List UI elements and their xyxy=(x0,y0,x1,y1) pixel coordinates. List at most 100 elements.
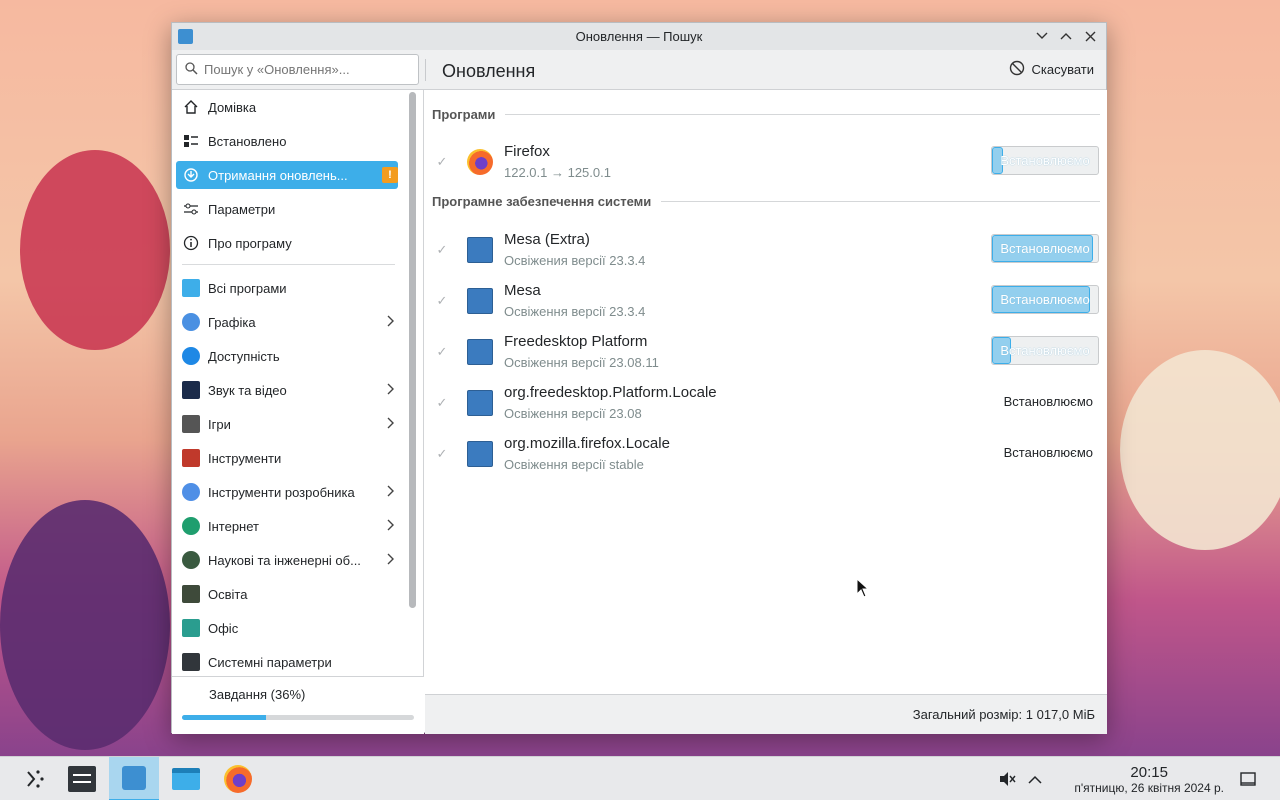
sidebar-category-developer[interactable]: Інструменти розробника xyxy=(176,478,398,506)
update-version: Освіження версії 23.08 xyxy=(504,406,642,421)
package-icon xyxy=(467,441,493,467)
sidebar-category-label: Системні параметри xyxy=(208,654,332,670)
install-status-label: Встановлюємо xyxy=(1000,241,1090,256)
sidebar-category-multimedia[interactable]: Звук та відео xyxy=(176,376,398,404)
tasks-progress-fill xyxy=(182,715,266,720)
sidebar-category-education[interactable]: Освіта xyxy=(176,580,398,608)
title-bar: Оновлення — Пошук xyxy=(172,23,1106,50)
update-row[interactable]: ✓ Mesa (Extra) Освіжения версії 23.3.4 В… xyxy=(425,228,1107,278)
install-progress: Встановлюємо xyxy=(991,234,1099,263)
sidebar-item-home[interactable]: Домівка xyxy=(176,93,398,121)
sidebar-category-system-settings[interactable]: Системні параметри xyxy=(176,648,398,676)
firefox-taskbar-icon[interactable] xyxy=(213,757,263,800)
update-version: Освіження версії 23.08.11 xyxy=(504,355,659,370)
footer: Загальний розмір: 1 017,0 МіБ xyxy=(425,694,1107,734)
section-divider xyxy=(505,114,1100,115)
file-manager-taskbar-icon[interactable] xyxy=(161,757,211,800)
updates-icon xyxy=(182,166,200,184)
section-divider xyxy=(661,201,1100,202)
sidebar-category-graphics[interactable]: Графіка xyxy=(176,308,398,336)
section-header: Програмне забезпечення системи xyxy=(432,194,1100,209)
sidebar-category-all-apps[interactable]: Всі програми xyxy=(176,274,398,302)
update-checkbox[interactable]: ✓ xyxy=(434,446,450,462)
update-checkbox[interactable]: ✓ xyxy=(434,154,450,170)
office-icon xyxy=(182,619,200,637)
sidebar-category-tools[interactable]: Інструменти xyxy=(176,444,398,472)
sidebar-category-label: Ігри xyxy=(208,416,231,432)
package-icon xyxy=(467,288,493,314)
minimize-icon[interactable] xyxy=(1034,27,1050,45)
discover-taskbar-icon[interactable] xyxy=(109,757,159,800)
search-input[interactable] xyxy=(204,62,404,77)
tray-expand-icon[interactable] xyxy=(1025,769,1045,789)
sidebar-item-info[interactable]: Про програму xyxy=(176,229,398,257)
sidebar-scrollbar[interactable] xyxy=(409,92,416,608)
sidebar-item-label: Про програму xyxy=(208,235,292,251)
install-status-label: Встановлюємо xyxy=(1000,292,1090,307)
updates-list: Програми ✓ Firefox 122.0.1 → 125.0.1 Вста… xyxy=(425,90,1107,694)
tools-icon xyxy=(182,449,200,467)
wallpaper-shape xyxy=(0,500,170,750)
installed-icon xyxy=(182,132,200,150)
sidebar-item-settings[interactable]: Параметри xyxy=(176,195,398,223)
update-name: Freedesktop Platform xyxy=(504,333,648,350)
clock[interactable]: 20:15 п'ятницю, 26 квітня 2024 р. xyxy=(1074,764,1224,795)
app-launcher-icon[interactable] xyxy=(10,757,60,800)
sidebar-scrollbar-thumb[interactable] xyxy=(409,92,416,608)
sidebar-item-installed[interactable]: Встановлено xyxy=(176,127,398,155)
package-icon xyxy=(467,390,493,416)
sidebar-category-label: Інструменти xyxy=(208,450,282,466)
sidebar-item-updates[interactable]: Отримання оновлень...! xyxy=(176,161,398,189)
update-row[interactable]: ✓ Freedesktop Platform Освіження версії … xyxy=(425,330,1107,380)
chevron-right-icon xyxy=(384,416,398,432)
tasks-panel[interactable]: Завдання (36%) xyxy=(172,676,424,734)
update-checkbox[interactable]: ✓ xyxy=(434,395,450,411)
update-version: Освіження версії 23.3.4 xyxy=(504,304,646,319)
accessibility-icon xyxy=(182,347,200,365)
install-status-label: Встановлюємо xyxy=(1003,394,1093,409)
games-icon xyxy=(182,415,200,433)
update-name: Mesa xyxy=(504,282,541,299)
taskbar: 20:15 п'ятницю, 26 квітня 2024 р. xyxy=(0,756,1280,800)
update-version: Освіження версії stable xyxy=(504,457,644,472)
update-checkbox[interactable]: ✓ xyxy=(434,293,450,309)
update-row[interactable]: ✓ Firefox 122.0.1 → 125.0.1 Встановлюємо xyxy=(425,140,1107,190)
update-row[interactable]: ✓ org.freedesktop.Platform.Locale Освіже… xyxy=(425,381,1107,431)
install-status-label: Встановлюємо xyxy=(1003,445,1093,460)
home-icon xyxy=(182,98,200,116)
tasks-label: Завдання (36%) xyxy=(209,687,306,702)
cancel-button[interactable]: Скасувати xyxy=(1009,60,1094,79)
sidebar-category-accessibility[interactable]: Доступність xyxy=(176,342,398,370)
sidebar-category-internet[interactable]: Інтернет xyxy=(176,512,398,540)
sidebar-category-label: Графіка xyxy=(208,314,256,330)
maximize-icon[interactable] xyxy=(1058,27,1074,45)
install-progress: Встановлюємо xyxy=(991,146,1099,175)
graphics-icon xyxy=(182,313,200,331)
search-field[interactable] xyxy=(176,54,419,85)
close-icon[interactable] xyxy=(1082,27,1098,45)
volume-muted-icon[interactable] xyxy=(997,769,1017,789)
sidebar-category-games[interactable]: Ігри xyxy=(176,410,398,438)
toolbar: Оновлення Скасувати xyxy=(172,50,1106,90)
update-checkbox[interactable]: ✓ xyxy=(434,344,450,360)
system-settings-taskbar-icon[interactable] xyxy=(57,757,107,800)
update-checkbox[interactable]: ✓ xyxy=(434,242,450,258)
update-row[interactable]: ✓ org.mozilla.firefox.Locale Освіження в… xyxy=(425,432,1107,482)
update-name: org.freedesktop.Platform.Locale xyxy=(504,384,717,401)
section-title: Програми xyxy=(432,107,496,122)
info-icon xyxy=(182,234,200,252)
sidebar: Домівка Встановлено Отримання оновлень..… xyxy=(172,90,424,734)
show-desktop-icon[interactable] xyxy=(1238,769,1258,789)
sidebar-category-label: Інструменти розробника xyxy=(208,484,355,500)
sidebar-item-label: Параметри xyxy=(208,201,276,217)
install-progress: Встановлюємо xyxy=(991,336,1099,365)
sidebar-category-label: Всі програми xyxy=(208,280,287,296)
settings-icon xyxy=(182,200,200,218)
sidebar-category-label: Звук та відео xyxy=(208,382,287,398)
update-row[interactable]: ✓ Mesa Освіження версії 23.3.4 Встановлю… xyxy=(425,279,1107,329)
sidebar-divider xyxy=(182,264,395,265)
internet-icon xyxy=(182,517,200,535)
sidebar-category-science[interactable]: Наукові та інженерні об... xyxy=(176,546,398,574)
sidebar-category-office[interactable]: Офіс xyxy=(176,614,398,642)
update-version: Освіжения версії 23.3.4 xyxy=(504,253,646,268)
